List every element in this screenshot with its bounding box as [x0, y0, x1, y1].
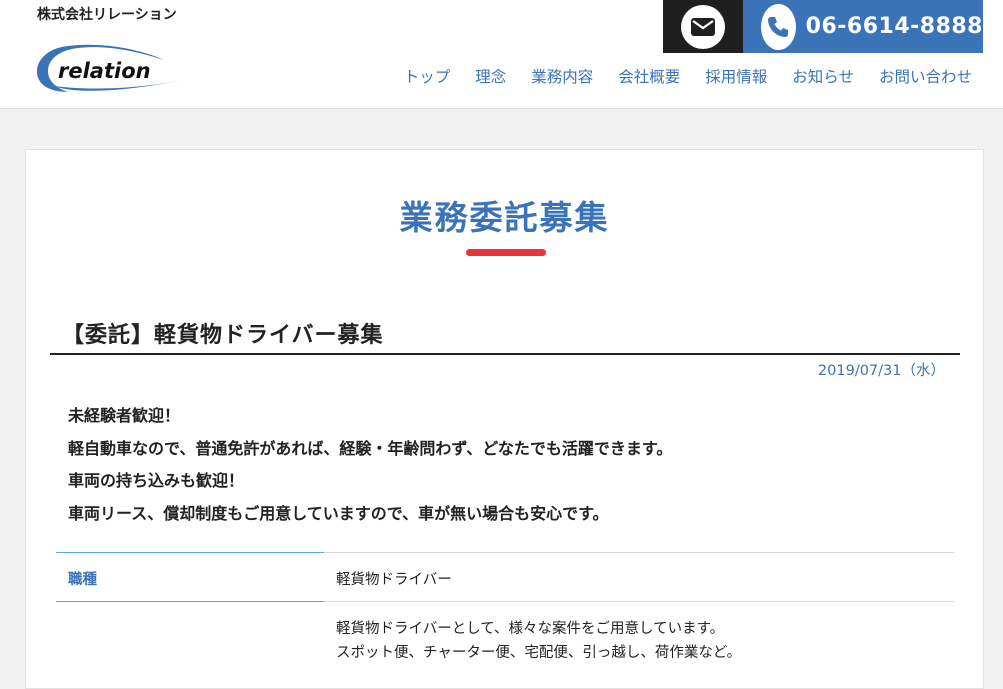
intro-line: 未経験者歓迎！ — [68, 406, 181, 425]
nav-contact[interactable]: お問い合わせ — [879, 66, 972, 88]
mail-button[interactable] — [663, 0, 743, 53]
spec-value-job-type: 軽貨物ドライバー — [324, 552, 954, 602]
spec-value-line: スポット便、チャーター便、宅配便、引っ越し、荷作業など。 — [336, 645, 742, 661]
spec-value-description: 軽貨物ドライバーとして、様々な案件をご用意しています。 スポット便、チャーター便… — [324, 601, 954, 665]
nav-top[interactable]: トップ — [404, 66, 451, 88]
phone-icon — [761, 3, 796, 50]
spec-label-job-type: 職種 — [56, 552, 324, 602]
post-date: 2019/07/31（水） — [817, 363, 945, 379]
nav-company[interactable]: 会社概要 — [618, 66, 680, 88]
table-row: 職種 軽貨物ドライバー — [56, 552, 954, 602]
site-header: 株式会社リレーション relation 06-6614-8888 トップ 理念 … — [0, 0, 1003, 109]
content-card: 業務委託募集 【委託】軽貨物ドライバー募集 2019/07/31（水） 未経験者… — [25, 149, 984, 689]
mail-icon — [681, 4, 725, 49]
spec-value-line: 軽貨物ドライバー — [336, 572, 452, 588]
nav-services[interactable]: 業務内容 — [531, 66, 593, 88]
intro-line: 車両リース、償却制度もご用意していますので、車が無い場合も安心です。 — [68, 503, 609, 523]
relation-logo[interactable]: relation — [34, 40, 190, 96]
nav-philosophy[interactable]: 理念 — [475, 66, 506, 88]
title-underline — [466, 249, 546, 256]
job-heading: 【委託】軽貨物ドライバー募集 — [50, 320, 960, 355]
nav-news[interactable]: お知らせ — [792, 66, 854, 88]
job-spec-table: 職種 軽貨物ドライバー 軽貨物ドライバーとして、様々な案件をご用意しています。 … — [56, 552, 954, 665]
job-intro: 未経験者歓迎！ 軽自動車なので、普通免許があれば、経験・年齢問わず、どなたでも活… — [68, 400, 948, 530]
intro-line: 軽自動車なので、普通免許があれば、経験・年齢問わず、どなたでも活躍できます。 — [68, 438, 673, 458]
spec-value-line: 軽貨物ドライバーとして、様々な案件をご用意しています。 — [336, 621, 725, 637]
logo-text: relation — [58, 59, 151, 83]
intro-line: 車両の持ち込みも歓迎！ — [68, 471, 245, 490]
phone-number: 06-6614-8888 — [805, 14, 983, 39]
phone-button[interactable]: 06-6614-8888 — [743, 0, 983, 53]
spec-label-description — [56, 601, 324, 665]
main-nav: トップ 理念 業務内容 会社概要 採用情報 お知らせ お問い合わせ — [404, 66, 972, 88]
company-name: 株式会社リレーション — [37, 7, 177, 23]
nav-recruit[interactable]: 採用情報 — [705, 66, 767, 88]
page-title: 業務委託募集 — [399, 198, 610, 237]
table-row: 軽貨物ドライバーとして、様々な案件をご用意しています。 スポット便、チャーター便… — [56, 601, 954, 665]
